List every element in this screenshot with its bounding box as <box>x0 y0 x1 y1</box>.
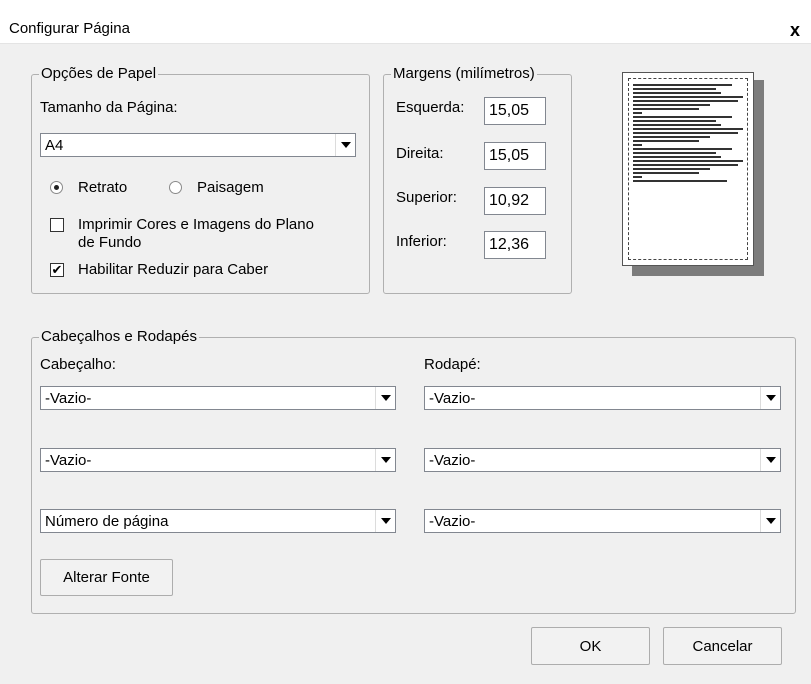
footer-select-2-value: -Vazio- <box>429 451 476 469</box>
header-select-3[interactable]: Número de página <box>40 509 396 533</box>
print-background-label: Imprimir Cores e Imagens do Plano <box>78 216 314 233</box>
footer-select-1-value: -Vazio- <box>429 389 476 407</box>
footer-label: Rodapé: <box>424 356 481 373</box>
page-size-value: A4 <box>45 136 64 154</box>
margin-bottom-label: Inferior: <box>396 233 447 250</box>
shrink-to-fit-label: Habilitar Reduzir para Caber <box>78 261 269 278</box>
portrait-label: Retrato <box>78 179 128 196</box>
header-select-3-value: Número de página <box>45 512 169 530</box>
page-preview-text-area <box>628 78 748 260</box>
margin-right-label: Direita: <box>396 145 444 162</box>
margin-left-input[interactable]: 15,05 <box>484 97 546 125</box>
page-size-select[interactable]: A4 <box>40 133 356 157</box>
footer-select-1[interactable]: -Vazio- <box>424 386 781 410</box>
print-background-checkbox[interactable] <box>50 218 64 232</box>
checkmark-icon: ✔ <box>51 262 63 277</box>
radio-selected-dot <box>54 185 59 190</box>
paper-options-legend: Opções de Papel <box>39 65 159 83</box>
chevron-down-icon[interactable] <box>375 510 395 532</box>
chevron-down-icon[interactable] <box>375 449 395 471</box>
header-select-1-value: -Vazio- <box>45 389 92 407</box>
close-button[interactable]: x <box>784 20 806 40</box>
margin-top-input[interactable]: 10,92 <box>484 187 546 215</box>
close-icon: x <box>789 20 800 40</box>
page-size-label: Tamanho da Página: <box>40 99 178 116</box>
footer-select-3[interactable]: -Vazio- <box>424 509 781 533</box>
header-select-1[interactable]: -Vazio- <box>40 386 396 410</box>
margin-left-label: Esquerda: <box>396 99 465 116</box>
change-font-button[interactable]: Alterar Fonte <box>40 559 173 596</box>
footer-select-3-value: -Vazio- <box>429 512 476 530</box>
margin-top-label: Superior: <box>396 189 457 206</box>
portrait-radio[interactable] <box>50 181 63 194</box>
window-title: Configurar Página <box>9 20 130 37</box>
chevron-down-icon[interactable] <box>760 510 780 532</box>
header-select-2[interactable]: -Vazio- <box>40 448 396 472</box>
print-background-label-line2: de Fundo <box>78 234 142 251</box>
margin-right-input[interactable]: 15,05 <box>484 142 546 170</box>
footer-select-2[interactable]: -Vazio- <box>424 448 781 472</box>
header-select-2-value: -Vazio- <box>45 451 92 469</box>
cancel-button[interactable]: Cancelar <box>663 627 782 665</box>
landscape-radio[interactable] <box>169 181 182 194</box>
ok-button[interactable]: OK <box>531 627 650 665</box>
landscape-label: Paisagem <box>197 179 264 196</box>
chevron-down-icon[interactable] <box>760 387 780 409</box>
title-bar: Configurar Página x <box>0 0 811 44</box>
chevron-down-icon[interactable] <box>335 134 355 156</box>
headers-footers-legend: Cabeçalhos e Rodapés <box>39 328 199 346</box>
chevron-down-icon[interactable] <box>760 449 780 471</box>
page-preview <box>622 72 754 266</box>
margins-legend: Margens (milímetros) <box>391 65 537 83</box>
header-label: Cabeçalho: <box>40 356 116 373</box>
chevron-down-icon[interactable] <box>375 387 395 409</box>
shrink-to-fit-checkbox[interactable]: ✔ <box>50 263 64 277</box>
margin-bottom-input[interactable]: 12,36 <box>484 231 546 259</box>
